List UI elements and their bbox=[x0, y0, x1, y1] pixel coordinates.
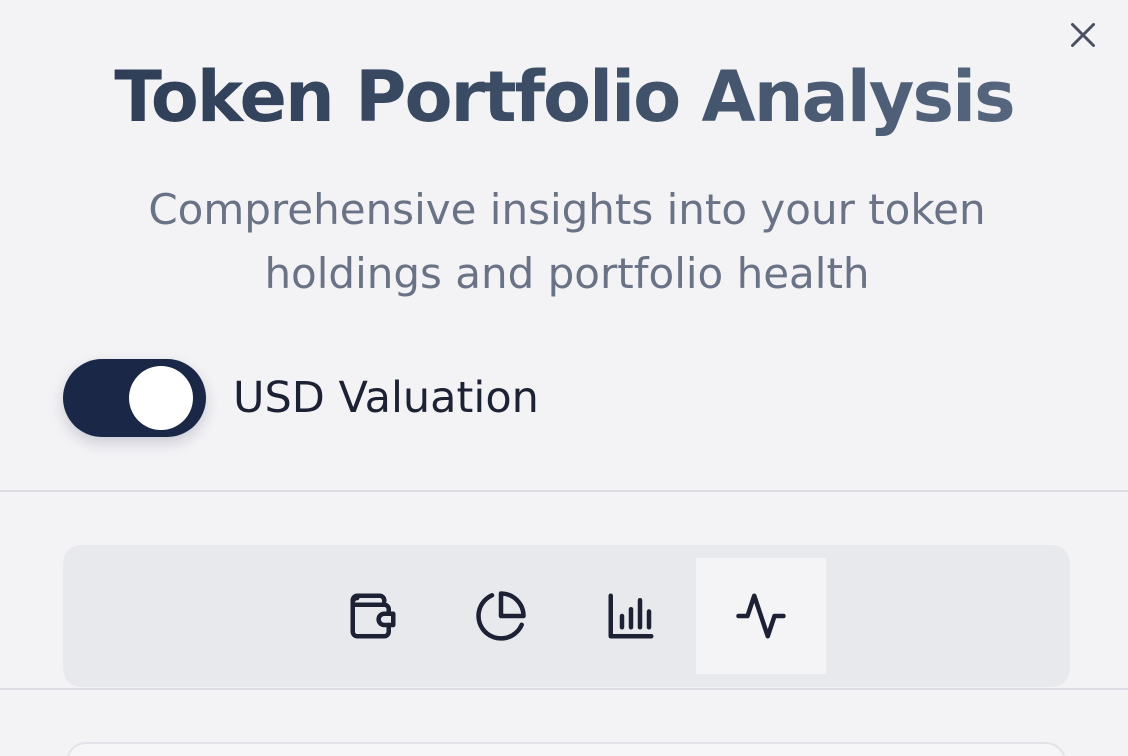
tab-bar bbox=[63, 545, 1070, 687]
pie-chart-icon bbox=[476, 591, 526, 641]
close-icon bbox=[1071, 23, 1095, 47]
usd-valuation-toggle[interactable] bbox=[63, 359, 206, 437]
wallet-icon bbox=[350, 593, 396, 639]
tab-activity[interactable] bbox=[696, 558, 826, 674]
section-divider bbox=[0, 490, 1128, 492]
tab-wallet[interactable] bbox=[308, 558, 438, 674]
section-divider bbox=[0, 688, 1128, 690]
page-subtitle: Comprehensive insights into your token h… bbox=[148, 185, 986, 298]
usd-valuation-setting: USD Valuation bbox=[63, 358, 539, 438]
content-card bbox=[66, 742, 1066, 756]
bar-chart-icon bbox=[608, 593, 654, 639]
activity-icon bbox=[736, 593, 786, 639]
close-button[interactable] bbox=[1062, 14, 1104, 56]
tab-allocation[interactable] bbox=[436, 558, 566, 674]
usd-valuation-label: USD Valuation bbox=[233, 373, 539, 423]
toggle-knob bbox=[129, 366, 193, 430]
portfolio-analysis-panel: Token Portfolio Analysis Comprehensive i… bbox=[0, 0, 1128, 756]
page-title: Token Portfolio Analysis bbox=[0, 52, 1128, 142]
tab-performance[interactable] bbox=[566, 558, 696, 674]
